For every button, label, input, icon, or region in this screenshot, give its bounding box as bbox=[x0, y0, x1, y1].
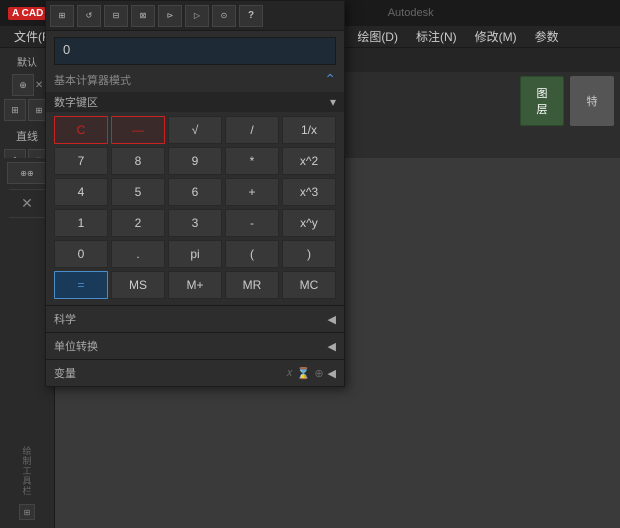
menu-draw[interactable]: 绘图(D) bbox=[349, 26, 406, 47]
btn-cube[interactable]: x^3 bbox=[282, 178, 336, 206]
science-label: 科学 bbox=[54, 311, 76, 327]
calc-row-4: 1 2 3 - x^y bbox=[54, 209, 336, 237]
btn-0[interactable]: 0 bbox=[54, 240, 108, 268]
btn-pi[interactable]: pi bbox=[168, 240, 222, 268]
btn-reciprocal[interactable]: 1/x bbox=[282, 116, 336, 144]
calc-tool-5[interactable]: ⊳ bbox=[158, 5, 182, 27]
calc-tool-4[interactable]: ⊠ bbox=[131, 5, 155, 27]
btn-9[interactable]: 9 bbox=[168, 147, 222, 175]
btn-2[interactable]: 2 bbox=[111, 209, 165, 237]
var-icon-1: 𝑥 bbox=[286, 367, 292, 380]
calc-tool-7[interactable]: ⊙ bbox=[212, 5, 236, 27]
btn-8[interactable]: 8 bbox=[111, 147, 165, 175]
variables-label: 变量 bbox=[54, 365, 76, 381]
calc-help-btn[interactable]: ? bbox=[239, 5, 263, 27]
btn-mplus[interactable]: M+ bbox=[168, 271, 222, 299]
sidebar-top-btn[interactable]: ⊕⊕ bbox=[7, 162, 47, 184]
variable-icons: 𝑥 ⌛ ⊕ ◀ bbox=[286, 367, 336, 380]
calc-tool-2[interactable]: ↺ bbox=[77, 5, 101, 27]
calc-mode-label: 基本计算器模式 bbox=[54, 72, 131, 88]
calc-display: 0 bbox=[54, 37, 336, 65]
btn-4[interactable]: 4 bbox=[54, 178, 108, 206]
calc-tool-1[interactable]: ⊞ bbox=[50, 5, 74, 27]
btn-3[interactable]: 3 bbox=[168, 209, 222, 237]
var-icon-3: ⊕ bbox=[314, 367, 323, 380]
special-btn[interactable]: 特 bbox=[570, 76, 614, 126]
calc-row-6: = MS M+ MR MC bbox=[54, 271, 336, 299]
science-arrow: ◀ bbox=[328, 313, 336, 326]
line-label: 直线 bbox=[16, 128, 38, 144]
btn-square[interactable]: x^2 bbox=[282, 147, 336, 175]
calc-section-units[interactable]: 单位转换 ◀ bbox=[46, 332, 344, 359]
sidebar-vertical-label: 绘制工具栏 bbox=[21, 446, 34, 496]
btn-decimal[interactable]: . bbox=[111, 240, 165, 268]
units-arrow: ◀ bbox=[328, 340, 336, 353]
tool-btn-1[interactable]: ⊕ bbox=[12, 74, 34, 96]
btn-negate[interactable]: — bbox=[111, 116, 165, 144]
calc-numpad-label: 数字键区 bbox=[54, 94, 98, 110]
btn-5[interactable]: 5 bbox=[111, 178, 165, 206]
btn-subtract[interactable]: - bbox=[225, 209, 279, 237]
layer-btn[interactable]: 图层 bbox=[520, 76, 564, 126]
calc-section-variables[interactable]: 变量 𝑥 ⌛ ⊕ ◀ bbox=[46, 359, 344, 386]
calc-row-1: C — √ / 1/x bbox=[54, 116, 336, 144]
btn-sqrt[interactable]: √ bbox=[168, 116, 222, 144]
right-group: 图层 特 bbox=[520, 76, 614, 126]
sidebar-tool-1[interactable]: ✕ bbox=[21, 195, 33, 212]
btn-ms[interactable]: MS bbox=[111, 271, 165, 299]
sidebar-bottom: 绘制工具栏 ⊞ bbox=[19, 223, 35, 528]
menu-param[interactable]: 参数 bbox=[527, 26, 567, 47]
btn-mc[interactable]: MC bbox=[282, 271, 336, 299]
btn-7[interactable]: 7 bbox=[54, 147, 108, 175]
btn-1[interactable]: 1 bbox=[54, 209, 108, 237]
calc-section-science[interactable]: 科学 ◀ bbox=[46, 305, 344, 332]
units-label: 单位转换 bbox=[54, 338, 98, 354]
collapse-arrow-1[interactable]: ✕ bbox=[36, 74, 42, 96]
btn-add[interactable]: + bbox=[225, 178, 279, 206]
calc-toolbar: ⊞ ↺ ⊟ ⊠ ⊳ ▷ ⊙ ? bbox=[46, 1, 344, 31]
variables-arrow: ◀ bbox=[328, 367, 336, 380]
btn-multiply[interactable]: * bbox=[225, 147, 279, 175]
btn-divide[interactable]: / bbox=[225, 116, 279, 144]
sidebar-grid-btn[interactable]: ⊞ bbox=[19, 504, 35, 520]
btn-lparen[interactable]: ( bbox=[225, 240, 279, 268]
autodesk-label: Autodesk bbox=[388, 7, 434, 19]
lrt-row1: ⊕ ✕ bbox=[12, 74, 42, 96]
calc-mode-arrow[interactable]: ⌃ bbox=[324, 71, 336, 88]
var-icon-2: ⌛ bbox=[297, 367, 311, 380]
calc-row-5: 0 . pi ( ) bbox=[54, 240, 336, 268]
cad-logo: A CAD bbox=[8, 7, 47, 20]
app-container: A CAD 📄 📂 💾 🖨 ↩ ↪ 共享 Autodesk 文件(F) 编辑(E… bbox=[0, 0, 620, 528]
btn-rparen[interactable]: ) bbox=[282, 240, 336, 268]
btn-power[interactable]: x^y bbox=[282, 209, 336, 237]
btn-mr[interactable]: MR bbox=[225, 271, 279, 299]
calc-tool-6[interactable]: ▷ bbox=[185, 5, 209, 27]
sidebar-divider-2 bbox=[9, 217, 45, 218]
btn-clear[interactable]: C bbox=[54, 116, 108, 144]
sidebar-divider-1 bbox=[9, 189, 45, 190]
btn-6[interactable]: 6 bbox=[168, 178, 222, 206]
calc-tool-3[interactable]: ⊟ bbox=[104, 5, 128, 27]
calc-numpad-expand[interactable]: ▾ bbox=[330, 95, 336, 109]
calc-display-value: 0 bbox=[63, 42, 70, 57]
calc-row-2: 7 8 9 * x^2 bbox=[54, 147, 336, 175]
calculator-dialog: ⊞ ↺ ⊟ ⊠ ⊳ ▷ ⊙ ? 0 基本计算器模式 ⌃ 数字键区 ▾ C bbox=[45, 0, 345, 387]
calc-numpad-header[interactable]: 数字键区 ▾ bbox=[46, 92, 344, 112]
default-label: 默认 bbox=[15, 52, 39, 71]
menu-modify[interactable]: 修改(M) bbox=[467, 26, 525, 47]
calc-row-3: 4 5 6 + x^3 bbox=[54, 178, 336, 206]
calc-buttons: C — √ / 1/x 7 8 9 * x^2 4 5 6 + x^3 bbox=[46, 116, 344, 305]
btn-equals[interactable]: = bbox=[54, 271, 108, 299]
tool-btn-2[interactable]: ⊞ bbox=[4, 99, 26, 121]
lrt-row2: ⊞ ⊞ bbox=[4, 99, 50, 121]
calc-mode: 基本计算器模式 ⌃ bbox=[46, 69, 344, 92]
menu-dimension[interactable]: 标注(N) bbox=[408, 26, 465, 47]
